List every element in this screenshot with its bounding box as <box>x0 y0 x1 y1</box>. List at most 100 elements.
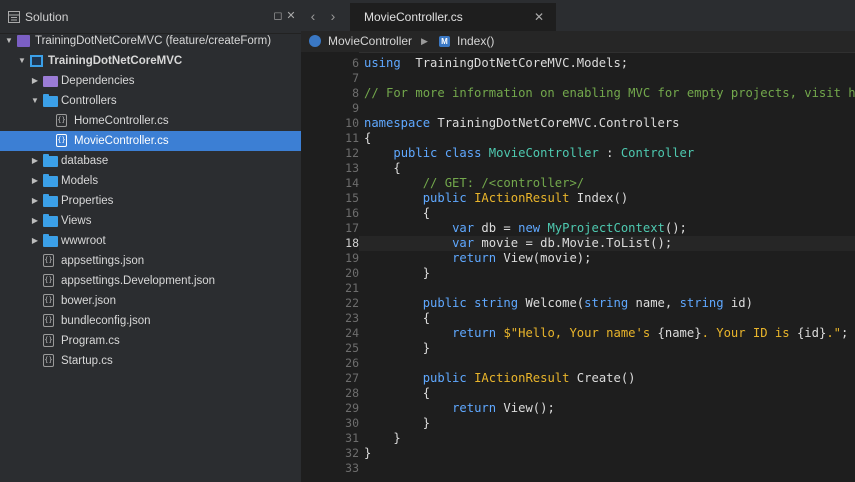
tree-item[interactable]: ▶ Views <box>0 211 301 231</box>
code-token: } <box>364 431 401 445</box>
code-token: return <box>452 401 497 415</box>
code-line[interactable]: { <box>364 206 430 221</box>
code-line[interactable]: public IActionResult Index() <box>364 191 628 206</box>
code-line[interactable]: { <box>364 386 430 401</box>
file-icon: {} <box>43 334 54 347</box>
code-line[interactable]: } <box>364 416 430 431</box>
code-line[interactable]: public class MovieController : Controlle… <box>364 146 694 161</box>
code-token: } <box>364 266 431 280</box>
tree-item-label: database <box>61 155 109 167</box>
tree-item[interactable]: {} MovieController.cs <box>0 131 301 151</box>
collapse-arrow-icon[interactable]: ▶ <box>30 71 40 91</box>
breakpoint-gutter[interactable] <box>301 52 325 482</box>
collapse-arrow-icon[interactable]: ▶ <box>30 171 40 191</box>
code-token: MovieController <box>488 146 599 160</box>
collapse-arrow-icon[interactable]: ▶ <box>30 211 40 231</box>
tree-item[interactable]: {} Startup.cs <box>0 351 301 371</box>
tree-item[interactable]: ▼ TrainingDotNetCoreMVC <box>0 51 301 71</box>
line-number: 19 <box>345 251 359 265</box>
code-line[interactable]: // GET: /<controller>/ <box>364 176 584 191</box>
collapse-arrow-icon[interactable]: ▶ <box>30 191 40 211</box>
expand-arrow-icon[interactable]: ▼ <box>30 91 40 111</box>
code-line[interactable]: var db = new MyProjectContext(); <box>364 221 687 236</box>
line-number: 8 <box>352 86 359 100</box>
line-number: 6 <box>352 56 359 70</box>
method-icon: M <box>439 36 450 47</box>
tab-close-icon[interactable]: ✕ <box>534 3 544 31</box>
code-token: } <box>364 416 431 430</box>
code-area[interactable]: 6 7 8 9 10 11 12 13 14 15 16 17 18 19 20 21 22 23 24 25 26 27… <box>301 52 855 482</box>
code-token: Welcome( <box>518 296 585 310</box>
collapse-arrow-icon[interactable]: ▶ <box>30 151 40 171</box>
code-line[interactable]: return View(); <box>364 401 555 416</box>
tree-item[interactable]: ▶ wwwroot <box>0 231 301 251</box>
breadcrumb-class[interactable]: MovieController <box>328 31 412 52</box>
tree-item-label: Properties <box>61 195 114 207</box>
tree-item-label: bundleconfig.json <box>61 315 151 327</box>
code-token: IActionResult <box>474 371 570 385</box>
tree-item[interactable]: {} Program.cs <box>0 331 301 351</box>
tree-item[interactable]: {} HomeController.cs <box>0 111 301 131</box>
tree-item-label: Controllers <box>61 95 117 107</box>
tree-item[interactable]: ▶ Dependencies <box>0 71 301 91</box>
tree-item-label: Views <box>61 215 92 227</box>
tree-item[interactable]: {} appsettings.Development.json <box>0 271 301 291</box>
tree-item[interactable]: ▶ Models <box>0 171 301 191</box>
code-token: namespace <box>364 116 431 130</box>
code-line[interactable]: public string Welcome(string name, strin… <box>364 296 753 311</box>
code-line[interactable]: namespace TrainingDotNetCoreMVC.Controll… <box>364 116 680 131</box>
tree-item[interactable]: ▼ TrainingDotNetCoreMVC (feature/createFo… <box>0 31 301 51</box>
close-pad-icon[interactable]: ✕ <box>286 11 296 22</box>
code-line[interactable]: public IActionResult Create() <box>364 371 636 386</box>
file-icon: {} <box>43 354 54 367</box>
code-token: var <box>452 221 475 235</box>
code-token: { <box>364 161 401 175</box>
code-token: : <box>598 146 621 160</box>
tab-moviecontroller[interactable]: MovieController.cs ✕ <box>350 3 556 31</box>
code-line[interactable]: // For more information on enabling MVC … <box>364 86 855 101</box>
forward-chevron-icon[interactable]: › <box>326 8 340 24</box>
tree-item-label: Dependencies <box>61 75 135 87</box>
code-line[interactable]: return View(movie); <box>364 251 591 266</box>
code-line[interactable]: var movie = db.Movie.ToList(); <box>364 236 672 251</box>
tree-item[interactable]: {} appsettings.json <box>0 251 301 271</box>
code-line[interactable]: { <box>364 311 430 326</box>
line-number: 10 <box>345 116 359 130</box>
tree-item[interactable]: {} bundleconfig.json <box>0 311 301 331</box>
code-line[interactable]: return $"Hello, Your name's {name}. Your… <box>364 326 848 341</box>
line-number: 9 <box>352 101 359 115</box>
line-number: 18 <box>345 236 359 250</box>
code-token: Index() <box>569 191 629 205</box>
code-token: string <box>584 296 629 310</box>
line-number: 14 <box>345 176 359 190</box>
code-token: View(movie); <box>496 251 592 265</box>
file-icon: {} <box>56 134 67 147</box>
class-icon <box>309 35 321 47</box>
expand-arrow-icon[interactable]: ▼ <box>4 31 14 51</box>
code-line[interactable]: } <box>364 431 401 446</box>
breadcrumb-method[interactable]: Index() <box>457 31 494 52</box>
code-line[interactable]: { <box>364 161 401 176</box>
tree-item-label: appsettings.json <box>61 255 145 267</box>
code-token: public <box>393 146 438 160</box>
tree-item-label: TrainingDotNetCoreMVC (feature/createFor… <box>35 35 272 47</box>
tree-item[interactable]: ▶ database <box>0 151 301 171</box>
code-token: public <box>422 371 467 385</box>
tree-item[interactable]: ▶ Properties <box>0 191 301 211</box>
code-line[interactable]: } <box>364 341 430 356</box>
code-line[interactable]: using TrainingDotNetCoreMVC.Models; <box>364 56 628 71</box>
code-line[interactable]: { <box>364 131 371 146</box>
expand-arrow-icon[interactable]: ▼ <box>17 51 27 71</box>
tree-item[interactable]: ▼ Controllers <box>0 91 301 111</box>
collapse-arrow-icon[interactable]: ▶ <box>30 231 40 251</box>
back-chevron-icon[interactable]: ‹ <box>306 8 320 24</box>
code-line[interactable]: } <box>364 266 430 281</box>
minimize-pad-icon[interactable]: ◻ <box>273 11 283 22</box>
code-token: public <box>422 296 467 310</box>
code-line[interactable]: } <box>364 446 371 461</box>
tree-item[interactable]: {} bower.json <box>0 291 301 311</box>
